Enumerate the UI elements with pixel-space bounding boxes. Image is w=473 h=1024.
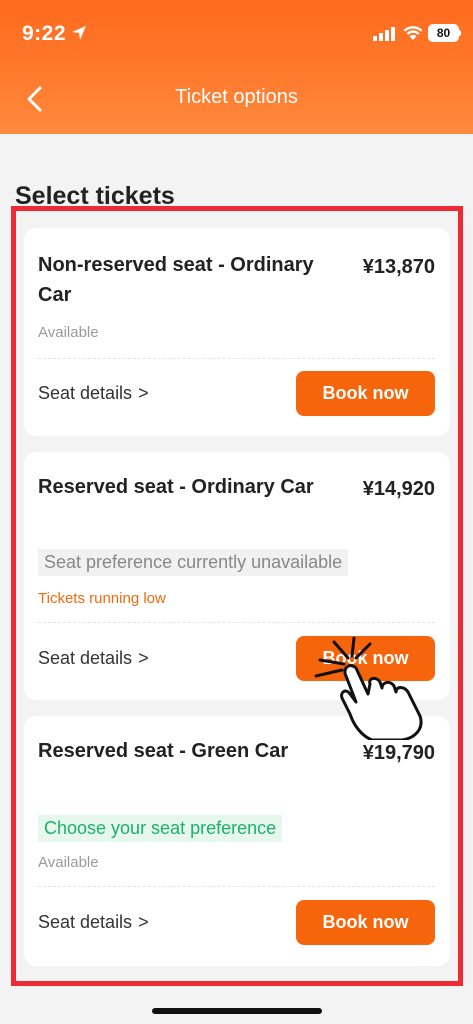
location-arrow-icon xyxy=(72,26,86,40)
status-bar: 9:22 80 xyxy=(0,0,473,70)
battery-tip xyxy=(459,30,461,36)
tap-hand-icon xyxy=(314,636,423,740)
cellular-signal-icon xyxy=(373,27,395,41)
app-header: 9:22 80 Ticket options xyxy=(0,0,473,134)
status-time: 9:22 xyxy=(22,22,67,45)
battery-indicator: 80 xyxy=(428,24,459,42)
home-indicator xyxy=(152,1008,322,1014)
wifi-icon xyxy=(403,26,423,40)
highlight-frame xyxy=(11,206,463,986)
page-title: Ticket options xyxy=(175,86,298,108)
